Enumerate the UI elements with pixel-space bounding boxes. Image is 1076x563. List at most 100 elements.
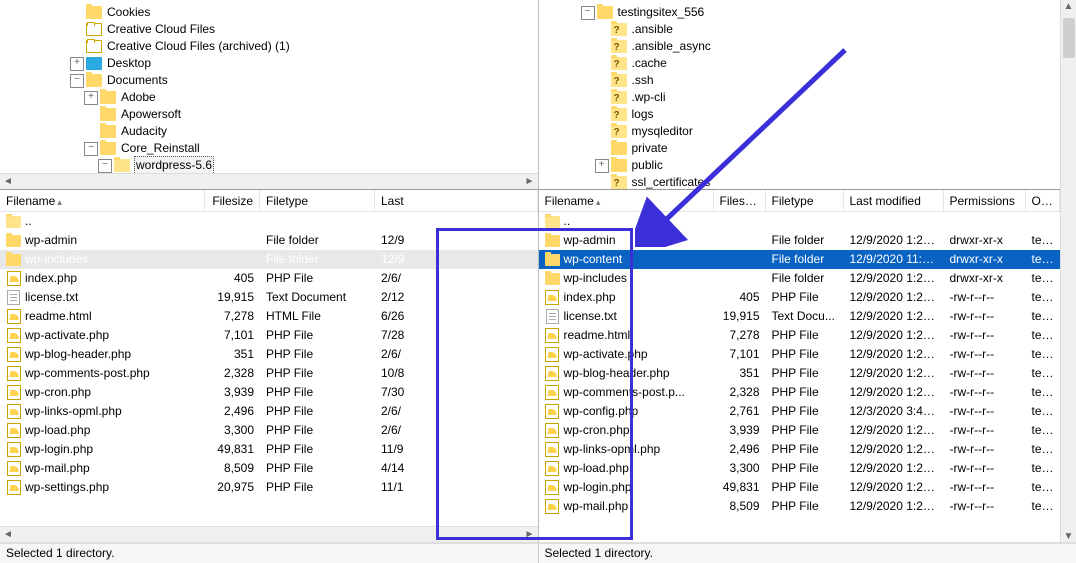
tree-item[interactable]: .ansible <box>539 21 1061 38</box>
file-type: PHP File <box>766 421 844 440</box>
tree-item[interactable]: Cookies <box>0 4 538 21</box>
scroll-right-icon[interactable]: ► <box>524 529 536 541</box>
collapse-icon[interactable]: − <box>84 142 98 156</box>
file-row[interactable]: index.php405PHP File12/9/2020 1:22:...-r… <box>539 288 1061 307</box>
file-row[interactable]: wp-links-opml.php2,496PHP File2/6/ <box>0 402 538 421</box>
remote-tree[interactable]: −testingsitex_556.ansible.ansible_async.… <box>539 0 1061 190</box>
scrollbar-thumb[interactable] <box>1063 18 1075 58</box>
col-filetype[interactable]: Filetype <box>766 190 844 212</box>
file-row[interactable]: .. <box>539 212 1061 231</box>
folder-icon <box>6 252 21 267</box>
php-file-icon <box>6 423 21 438</box>
tree-item[interactable]: Apowersoft <box>0 106 538 123</box>
col-filesize[interactable]: Filesize <box>714 190 766 212</box>
file-row[interactable]: wp-links-opml.php2,496PHP File12/9/2020 … <box>539 440 1061 459</box>
spacer-icon <box>84 125 98 139</box>
tree-item[interactable]: ssl_certificates <box>539 174 1061 190</box>
file-row[interactable]: wp-includesFile folder12/9/2020 1:23:...… <box>539 269 1061 288</box>
file-row[interactable]: wp-settings.php20,975PHP File11/1 <box>0 478 538 497</box>
file-row[interactable]: index.php405PHP File2/6/ <box>0 269 538 288</box>
file-row[interactable]: readme.html7,278PHP File12/9/2020 1:22:.… <box>539 326 1061 345</box>
scroll-left-icon[interactable]: ◄ <box>2 176 14 188</box>
tree-item[interactable]: .ssh <box>539 72 1061 89</box>
file-row[interactable]: .. <box>0 212 538 231</box>
collapse-icon[interactable]: − <box>98 159 112 173</box>
file-row[interactable]: wp-includesFile folder12/9 <box>0 250 538 269</box>
tree-item[interactable]: −wordpress-5.6 <box>0 157 538 174</box>
file-row[interactable]: wp-blog-header.php351PHP File12/9/2020 1… <box>539 364 1061 383</box>
file-row[interactable]: wp-blog-header.php351PHP File2/6/ <box>0 345 538 364</box>
col-filesize[interactable]: Filesize <box>205 190 260 212</box>
file-row[interactable]: wp-cron.php3,939PHP File7/30 <box>0 383 538 402</box>
file-type: PHP File <box>260 269 375 288</box>
file-name: wp-load.php <box>539 459 714 478</box>
local-list-h-scrollbar[interactable]: ◄► <box>0 526 538 542</box>
file-size: 19,915 <box>205 288 260 307</box>
tree-item[interactable]: +Adobe <box>0 89 538 106</box>
local-list-header[interactable]: Filename▴ Filesize Filetype Last <box>0 190 538 212</box>
file-row[interactable]: license.txt19,915Text Docu...12/9/2020 1… <box>539 307 1061 326</box>
col-lastmodified[interactable]: Last <box>375 190 538 212</box>
scroll-right-icon[interactable]: ► <box>524 176 536 188</box>
tree-item[interactable]: .cache <box>539 55 1061 72</box>
tree-item[interactable]: +public <box>539 157 1061 174</box>
local-tree-h-scrollbar[interactable]: ◄ ► <box>0 173 538 189</box>
col-lastmodified[interactable]: Last modified <box>844 190 944 212</box>
file-row[interactable]: wp-login.php49,831PHP File11/9 <box>0 440 538 459</box>
remote-list-header[interactable]: Filename▴ Filesize Filetype Last modifie… <box>539 190 1061 212</box>
file-row[interactable]: wp-cron.php3,939PHP File12/9/2020 1:22:.… <box>539 421 1061 440</box>
tree-item[interactable]: Audacity <box>0 123 538 140</box>
file-row[interactable]: wp-config.php2,761PHP File12/3/2020 3:43… <box>539 402 1061 421</box>
scroll-left-icon[interactable]: ◄ <box>2 529 14 541</box>
expand-icon[interactable]: + <box>70 57 84 71</box>
tree-item[interactable]: −testingsitex_556 <box>539 4 1061 21</box>
tree-item[interactable]: Creative Cloud Files (archived) (1) <box>0 38 538 55</box>
file-row[interactable]: wp-load.php3,300PHP File12/9/2020 1:22:.… <box>539 459 1061 478</box>
tree-item[interactable]: mysqleditor <box>539 123 1061 140</box>
file-type: PHP File <box>766 497 844 516</box>
local-file-list[interactable]: Filename▴ Filesize Filetype Last ..wp-ad… <box>0 190 538 542</box>
file-row[interactable]: wp-contentFile folder12/9/2020 11:5...dr… <box>539 250 1061 269</box>
collapse-icon[interactable]: − <box>70 74 84 88</box>
file-permissions: drwxr-xr-x <box>944 250 1026 269</box>
file-row[interactable]: wp-activate.php7,101PHP File7/28 <box>0 326 538 345</box>
file-owner: testingsitex ... <box>1026 345 1061 364</box>
col-ownergroup[interactable]: Owner/Group <box>1026 190 1061 212</box>
remote-file-list[interactable]: Filename▴ Filesize Filetype Last modifie… <box>539 190 1061 542</box>
tree-item[interactable]: .wp-cli <box>539 89 1061 106</box>
file-row[interactable]: wp-mail.php8,509PHP File12/9/2020 1:22:.… <box>539 497 1061 516</box>
tree-item[interactable]: +Desktop <box>0 55 538 72</box>
file-row[interactable]: license.txt19,915Text Document2/12 <box>0 288 538 307</box>
remote-v-scrollbar[interactable]: ▲ ▼ <box>1060 0 1076 542</box>
col-permissions[interactable]: Permissions <box>944 190 1026 212</box>
file-permissions: -rw-r--r-- <box>944 459 1026 478</box>
file-row[interactable]: wp-mail.php8,509PHP File4/14 <box>0 459 538 478</box>
file-row[interactable]: wp-comments-post.php2,328PHP File10/8 <box>0 364 538 383</box>
tree-item[interactable]: logs <box>539 106 1061 123</box>
file-size: 3,300 <box>205 421 260 440</box>
local-tree[interactable]: CookiesCreative Cloud FilesCreative Clou… <box>0 0 538 190</box>
file-row[interactable]: wp-load.php3,300PHP File2/6/ <box>0 421 538 440</box>
tree-item[interactable]: private <box>539 140 1061 157</box>
tree-item[interactable]: .ansible_async <box>539 38 1061 55</box>
expand-icon[interactable]: + <box>595 159 609 173</box>
file-size: 49,831 <box>205 440 260 459</box>
file-permissions: drwxr-xr-x <box>944 269 1026 288</box>
file-row[interactable]: wp-login.php49,831PHP File12/9/2020 1:22… <box>539 478 1061 497</box>
file-row[interactable]: wp-activate.php7,101PHP File12/9/2020 1:… <box>539 345 1061 364</box>
tree-item[interactable]: Creative Cloud Files <box>0 21 538 38</box>
col-filename[interactable]: Filename▴ <box>0 190 205 212</box>
scroll-down-icon[interactable]: ▼ <box>1063 530 1075 542</box>
col-filename[interactable]: Filename▴ <box>539 190 714 212</box>
col-filetype[interactable]: Filetype <box>260 190 375 212</box>
expand-icon[interactable]: + <box>84 91 98 105</box>
collapse-icon[interactable]: − <box>581 6 595 20</box>
tree-item[interactable]: −Core_Reinstall <box>0 140 538 157</box>
tree-item[interactable]: −Documents <box>0 72 538 89</box>
file-row[interactable]: readme.html7,278HTML File6/26 <box>0 307 538 326</box>
file-name: license.txt <box>539 307 714 326</box>
file-row[interactable]: wp-adminFile folder12/9/2020 1:22:...drw… <box>539 231 1061 250</box>
file-row[interactable]: wp-comments-post.p...2,328PHP File12/9/2… <box>539 383 1061 402</box>
scroll-up-icon[interactable]: ▲ <box>1063 0 1075 12</box>
file-row[interactable]: wp-adminFile folder12/9 <box>0 231 538 250</box>
